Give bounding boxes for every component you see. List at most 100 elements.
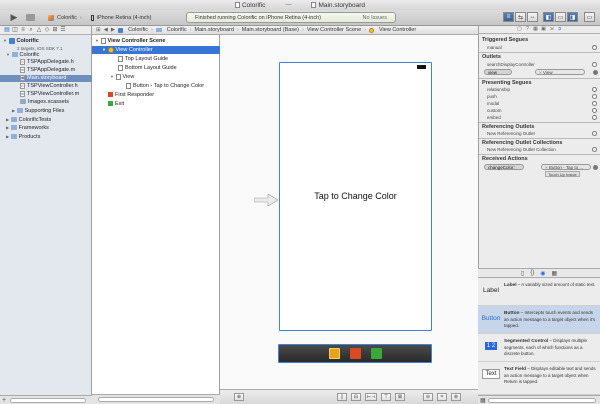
assistant-editor-button[interactable]: ⇆: [515, 12, 526, 22]
resolve-issues-button[interactable]: ⊤: [381, 393, 391, 401]
align-button[interactable]: ⊟: [351, 393, 361, 401]
quick-help-tab-icon[interactable]: ?: [525, 27, 530, 32]
code-snippet-library-tab-icon[interactable]: {}: [530, 270, 534, 276]
tree-item-colorific-group[interactable]: ▼ Colorific: [0, 51, 92, 58]
inspector-tabs: ▢ ? ▦ ▣ ⇲ ➲: [479, 26, 600, 34]
search-navigator-tab-icon[interactable]: ⌕: [28, 27, 34, 33]
pin-button[interactable]: ⊢⊣: [365, 393, 377, 401]
toggle-debug-button[interactable]: ▭: [555, 12, 566, 22]
close-icon[interactable]: ×: [545, 165, 548, 170]
log-navigator-tab-icon[interactable]: ☰: [60, 27, 66, 33]
tree-item-frameworks[interactable]: ▶ Frameworks: [0, 124, 92, 131]
storyboard-canvas[interactable]: Tap to Change Color: [220, 35, 478, 389]
outline-button[interactable]: Button - Tap to Change Color: [92, 82, 220, 90]
tree-item-app-delegate-h[interactable]: h TSPAppDelegate.h: [0, 59, 92, 66]
find-navigator-tab-icon[interactable]: ≡: [20, 27, 26, 33]
outline-filter-input[interactable]: [98, 397, 214, 402]
tree-item-app-delegate-m[interactable]: m TSPAppDelegate.m: [0, 67, 92, 74]
tree-item-supporting-files[interactable]: ▶ Supporting Files: [0, 107, 92, 114]
crumb-storyboard-base[interactable]: Main.storyboard (Base): [242, 27, 299, 33]
media-library-tab-icon[interactable]: ▦: [551, 270, 557, 277]
crumb-storyboard[interactable]: Main.storyboard: [195, 27, 234, 33]
connection-circle-icon[interactable]: [592, 147, 597, 152]
library-item-text-field[interactable]: Text Text Field – Displays editable text…: [478, 362, 600, 395]
back-arrow-icon[interactable]: ◀: [104, 27, 108, 33]
identity-inspector-tab-icon[interactable]: ▦: [533, 27, 538, 32]
tree-item-main-storyboard[interactable]: ▦ Main.storyboard: [0, 75, 92, 82]
tree-item-products[interactable]: ▶ Products: [0, 133, 92, 140]
symbol-navigator-tab-icon[interactable]: ◫: [12, 27, 18, 33]
connection-circle-icon[interactable]: [592, 101, 597, 106]
connection-circle-icon[interactable]: [592, 45, 597, 50]
crumb-scene[interactable]: View Controller Scene: [307, 27, 361, 33]
tap-to-change-color-button[interactable]: Tap to Change Color: [280, 191, 431, 201]
toggle-outline-button[interactable]: ⊕: [234, 393, 244, 401]
tree-item-view-controller-h[interactable]: h TSPViewController.h: [0, 83, 92, 90]
first-responder-icon[interactable]: [349, 348, 361, 359]
connection-circle-icon[interactable]: [592, 94, 597, 99]
form-factor-button[interactable]: ▯: [337, 393, 347, 401]
zoom-out-button[interactable]: ⊖: [423, 393, 433, 401]
version-editor-button[interactable]: ↔: [527, 12, 538, 22]
connection-circle-icon[interactable]: [592, 62, 597, 67]
connection-circle-icon[interactable]: [592, 108, 597, 113]
view-outlet-target[interactable]: × View: [535, 69, 585, 75]
tree-item-images-xcassets[interactable]: Images.xcassets: [0, 99, 92, 106]
file-template-library-tab-icon[interactable]: ▯: [521, 270, 524, 277]
tree-item-view-controller-m[interactable]: m TSPViewController.m: [0, 91, 92, 98]
library-filter-input[interactable]: [488, 398, 596, 403]
navigator-filter-input[interactable]: [10, 398, 86, 403]
view-controller-frame[interactable]: Tap to Change Color: [279, 62, 432, 331]
library-item-label[interactable]: Label Label – A variably sized amount of…: [478, 278, 600, 306]
exit-icon[interactable]: [370, 348, 382, 359]
attributes-inspector-tab-icon[interactable]: ▣: [541, 27, 546, 32]
toggle-utilities-button[interactable]: ◨: [567, 12, 578, 22]
view-outlet-pill[interactable]: view: [484, 69, 512, 75]
file-inspector-tab-icon[interactable]: ▢: [517, 27, 522, 32]
zoom-actual-button[interactable]: =: [437, 393, 447, 401]
forward-arrow-icon[interactable]: ▶: [111, 27, 115, 33]
organizer-button[interactable]: ▭: [584, 12, 595, 22]
tree-item-colorific-tests[interactable]: ▶ ColorificTests: [0, 116, 92, 123]
connection-circle-icon[interactable]: [592, 131, 597, 136]
related-items-icon[interactable]: ⊞: [96, 27, 101, 33]
scheme-selector[interactable]: Colorific › iPhone Retina (4-inch): [48, 12, 186, 23]
close-icon[interactable]: ×: [539, 70, 542, 75]
test-navigator-tab-icon[interactable]: ◇: [44, 27, 50, 33]
object-library-tab-icon[interactable]: ◉: [540, 270, 545, 277]
zoom-in-button[interactable]: ⊕: [451, 393, 461, 401]
outline-exit[interactable]: Exit: [92, 100, 220, 108]
connection-filled-circle-icon[interactable]: [593, 70, 598, 75]
connection-circle-icon[interactable]: [592, 115, 597, 120]
connection-filled-circle-icon[interactable]: [593, 165, 598, 170]
crumb-project[interactable]: Colorific: [128, 27, 148, 33]
stop-button[interactable]: [26, 14, 35, 21]
connections-inspector-tab-icon[interactable]: ➲: [557, 27, 562, 32]
breakpoint-navigator-tab-icon[interactable]: ⊞: [52, 27, 58, 33]
project-root[interactable]: ▼ Colorific 2 targets, iOS SDK 7.1: [0, 37, 92, 51]
outline-bottom-layout-guide[interactable]: Bottom Layout Guide: [92, 64, 220, 72]
outline-first-responder[interactable]: First Responder: [92, 91, 220, 99]
outline-view-controller[interactable]: ▼ View Controller: [92, 46, 220, 54]
status-bar: [280, 63, 431, 71]
toggle-navigator-button[interactable]: ◧: [543, 12, 554, 22]
size-inspector-tab-icon[interactable]: ⇲: [549, 27, 554, 32]
outline-scene[interactable]: ▼ View Controller Scene: [92, 37, 220, 45]
run-button[interactable]: ▶: [8, 12, 20, 23]
add-icon[interactable]: +: [2, 397, 6, 404]
connection-circle-icon[interactable]: [592, 87, 597, 92]
view-controller-icon[interactable]: [328, 348, 340, 359]
grid-view-icon[interactable]: ▦: [480, 397, 486, 404]
outline-view[interactable]: ▼ View: [92, 73, 220, 81]
project-navigator-tab-icon[interactable]: ▤: [4, 27, 10, 33]
library-item-button[interactable]: Button Button – Intercepts touch events …: [478, 306, 600, 334]
change-color-action-pill[interactable]: changeColor:: [484, 164, 524, 170]
issue-navigator-tab-icon[interactable]: △: [36, 27, 42, 33]
crumb-group[interactable]: Colorific: [167, 27, 187, 33]
action-target[interactable]: × Button - Tap to ...: [541, 164, 591, 170]
library-item-segmented-control[interactable]: 1 2 Segmented Control – Displays multipl…: [478, 334, 600, 362]
outline-top-layout-guide[interactable]: Top Layout Guide: [92, 55, 220, 63]
standard-editor-button[interactable]: ≡: [503, 12, 514, 22]
resizing-button[interactable]: ⊠: [395, 393, 405, 401]
crumb-view-controller[interactable]: View Controller: [379, 27, 416, 33]
